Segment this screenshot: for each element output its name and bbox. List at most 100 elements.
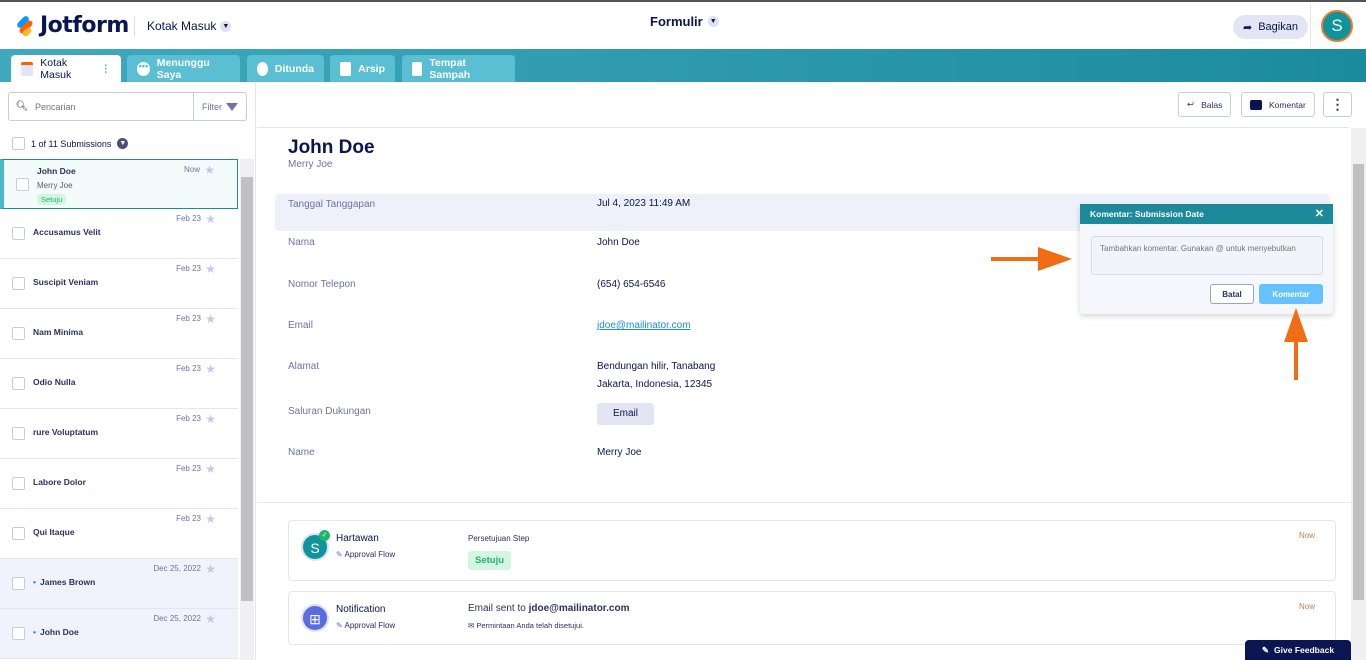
submission-list-item[interactable]: Odio Nulla Feb 23 ★ bbox=[0, 359, 238, 409]
approval-flow-label: ✎ Approval Flow bbox=[336, 621, 395, 630]
item-date: Now bbox=[183, 165, 200, 174]
field-value: Merry Joe bbox=[597, 447, 642, 458]
reply-button[interactable]: ↩ Balas bbox=[1178, 92, 1232, 117]
status-badge: Setuju bbox=[37, 194, 67, 205]
submission-list-item[interactable]: Nam Minima Feb 23 ★ bbox=[0, 309, 238, 359]
submission-list-item[interactable]: • James Brown Dec 25, 2022 ★ bbox=[0, 559, 238, 609]
item-checkbox[interactable] bbox=[12, 427, 25, 440]
search-icon: 🔍︎ bbox=[15, 101, 29, 112]
submission-list-panel: 🔍︎ Filter 1 of 11 Submissions ▼ John Doe M… bbox=[0, 82, 256, 660]
item-checkbox[interactable] bbox=[12, 577, 25, 590]
filter-button[interactable]: Filter bbox=[193, 93, 246, 120]
submission-list-item[interactable]: rure Voluptatum Feb 23 ★ bbox=[0, 409, 238, 459]
tab-trash[interactable]: Tempat Sampah bbox=[402, 55, 515, 82]
star-icon[interactable]: ★ bbox=[205, 462, 216, 476]
star-icon[interactable]: ★ bbox=[205, 612, 216, 626]
item-checkbox[interactable] bbox=[12, 527, 25, 540]
star-icon[interactable]: ★ bbox=[205, 312, 216, 326]
item-checkbox[interactable] bbox=[12, 627, 25, 640]
item-name-text: Suscipit Veniam bbox=[33, 277, 99, 287]
submission-count: 1 of 11 Submissions ▼ bbox=[12, 137, 129, 150]
field-value: Jul 4, 2023 11:49 AM bbox=[597, 198, 691, 209]
star-icon[interactable]: ★ bbox=[205, 212, 216, 226]
approval-flow-label: ✎ Approval Flow bbox=[336, 550, 395, 559]
item-name-text: John Doe bbox=[39, 627, 79, 637]
select-all-checkbox[interactable] bbox=[12, 137, 25, 150]
search-input[interactable] bbox=[35, 101, 193, 112]
field-value-line2: Jakarta, Indonesia, 12345 bbox=[597, 379, 713, 390]
tab-waiting[interactable]: ••• Menunggu Saya bbox=[127, 55, 240, 82]
item-checkbox[interactable] bbox=[16, 178, 29, 191]
inbox-dropdown-label: Kotak Masuk bbox=[147, 19, 217, 33]
feedback-label: Give Feedback bbox=[1274, 645, 1335, 655]
item-checkbox[interactable] bbox=[12, 377, 25, 390]
user-avatar[interactable]: S bbox=[1321, 10, 1353, 42]
item-date: Feb 23 bbox=[176, 214, 201, 223]
activity-card-approval: S ✓ Hartawan ✎ Approval Flow Persetujuan… bbox=[288, 520, 1336, 581]
submission-list-item[interactable]: Accusamus Velit Feb 23 ★ bbox=[0, 209, 238, 259]
scrollbar-thumb[interactable] bbox=[241, 177, 253, 601]
activity-card-notification: ⊞ Notification ✎ Approval Flow Email sen… bbox=[288, 591, 1336, 645]
item-name-text: Qui Itaque bbox=[33, 527, 75, 537]
submission-list-item[interactable]: • John Doe Dec 25, 2022 ★ bbox=[0, 609, 238, 659]
field-value-wrap: Email bbox=[597, 403, 655, 425]
share-button[interactable]: ➦ Bagikan bbox=[1233, 15, 1308, 39]
item-checkbox[interactable] bbox=[12, 477, 25, 490]
field-value: (654) 654-6546 bbox=[597, 279, 666, 290]
comment-button[interactable]: Komentar bbox=[1241, 92, 1315, 117]
jotform-logo[interactable]: Jotform bbox=[12, 13, 129, 38]
tab-snoozed[interactable]: Ditunda bbox=[247, 55, 324, 82]
field-value-wrap: John Doe bbox=[597, 234, 640, 252]
reply-label: Balas bbox=[1201, 99, 1223, 110]
star-icon[interactable]: ★ bbox=[205, 512, 216, 526]
comment-popup-title: Komentar: Submission Date bbox=[1090, 209, 1204, 219]
field-value-wrap: Merry Joe bbox=[597, 444, 641, 462]
more-vertical-icon[interactable]: ⋮ bbox=[101, 63, 112, 75]
scrollbar[interactable] bbox=[1351, 128, 1366, 660]
submission-list-item[interactable]: Qui Itaque Feb 23 ★ bbox=[0, 509, 238, 559]
jotform-logo-icon bbox=[12, 14, 34, 38]
close-icon[interactable]: ✕ bbox=[1315, 207, 1324, 220]
tab-label: Kotak Masuk bbox=[40, 56, 72, 81]
star-icon[interactable]: ★ bbox=[205, 362, 216, 376]
give-feedback-button[interactable]: ✎ Give Feedback bbox=[1245, 640, 1351, 660]
star-icon[interactable]: ★ bbox=[204, 163, 215, 177]
item-checkbox[interactable] bbox=[12, 277, 25, 290]
more-options-button[interactable]: ⋮ bbox=[1323, 92, 1352, 117]
item-name-text: James Brown bbox=[39, 577, 96, 587]
item-name: Nam Minima bbox=[33, 327, 83, 337]
comment-icon bbox=[1250, 99, 1262, 110]
cancel-button[interactable]: Batal bbox=[1210, 284, 1254, 304]
comment-input[interactable] bbox=[1091, 236, 1323, 275]
star-icon[interactable]: ★ bbox=[205, 262, 216, 276]
comment-popup-header: Komentar: Submission Date ✕ bbox=[1080, 204, 1333, 224]
email-link[interactable]: jdoe@mailinator.com bbox=[597, 320, 691, 331]
chevron-down-icon[interactable]: ▼ bbox=[117, 138, 129, 149]
count-label: 1 of 11 Submissions bbox=[31, 138, 112, 149]
inbox-dropdown[interactable]: Kotak Masuk ▼ bbox=[147, 19, 232, 33]
share-label: Bagikan bbox=[1258, 21, 1298, 33]
flow-name: Approval Flow bbox=[344, 550, 396, 559]
submit-comment-button[interactable]: Komentar bbox=[1259, 284, 1323, 304]
form-title-dropdown[interactable]: Formulir ▼ bbox=[650, 14, 719, 29]
scrollbar[interactable] bbox=[240, 159, 254, 660]
item-checkbox[interactable] bbox=[12, 327, 25, 340]
field-label: Email bbox=[288, 320, 314, 331]
item-name-text: Nam Minima bbox=[33, 327, 84, 337]
share-icon: ➦ bbox=[1243, 21, 1253, 34]
field-value-wrap: Bendungan hilir, Tanabang Jakarta, Indone… bbox=[597, 358, 715, 394]
tab-inbox[interactable]: Kotak Masuk ⋮ bbox=[11, 55, 121, 82]
star-icon[interactable]: ★ bbox=[205, 562, 216, 576]
submission-list-item[interactable]: John Doe Merry Joe Setuju Now ★ bbox=[0, 159, 238, 209]
field-label: Name bbox=[288, 447, 315, 458]
recipient-email: jdoe@mailinator.com bbox=[528, 603, 630, 614]
submission-list-item[interactable]: Labore Dolor Feb 23 ★ bbox=[0, 459, 238, 509]
item-name: Qui Itaque bbox=[33, 527, 75, 537]
email-message: ✉ Permintaan Anda telah disetujui. bbox=[468, 621, 584, 630]
star-icon[interactable]: ★ bbox=[205, 412, 216, 426]
item-checkbox[interactable] bbox=[12, 227, 25, 240]
annotation-arrowhead bbox=[1284, 308, 1308, 342]
tab-archive[interactable]: Arsip bbox=[330, 55, 395, 82]
scrollbar-thumb[interactable] bbox=[1353, 164, 1364, 600]
submission-list-item[interactable]: Suscipit Veniam Feb 23 ★ bbox=[0, 259, 238, 309]
